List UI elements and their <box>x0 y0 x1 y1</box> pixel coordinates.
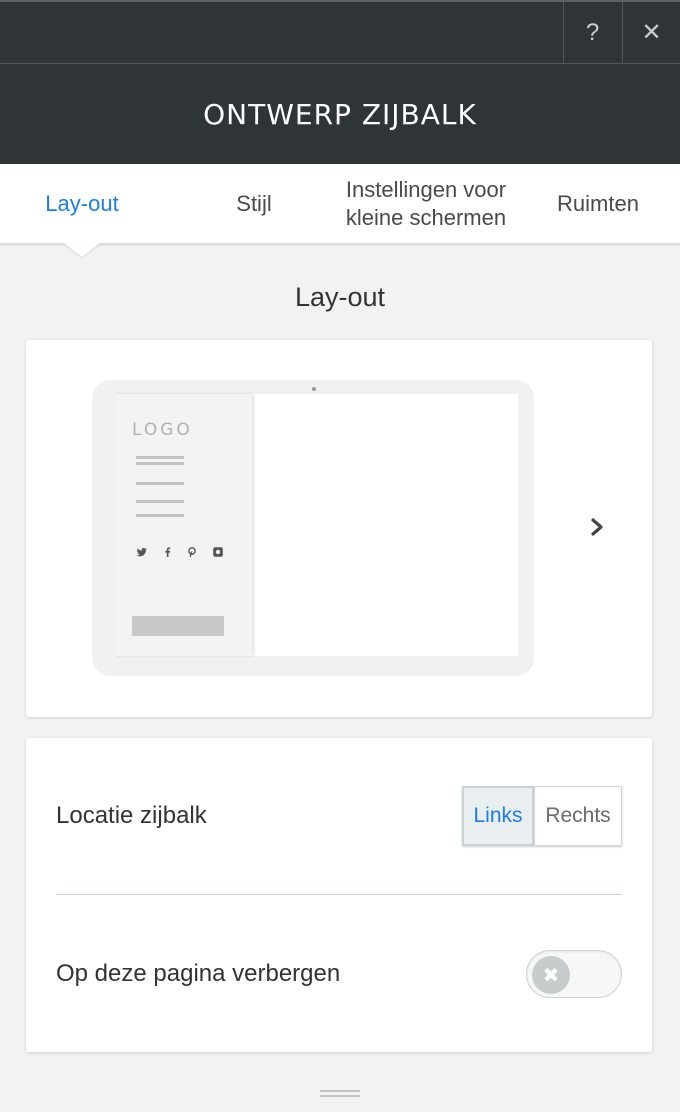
preview-button <box>132 616 224 636</box>
resize-handle[interactable] <box>320 1090 360 1099</box>
chevron-right-icon[interactable] <box>586 512 610 542</box>
close-button[interactable]: ✕ <box>622 2 680 63</box>
preview-sidebar: LOGO <box>114 394 252 656</box>
preview-logo: LOGO <box>132 420 193 440</box>
hide-on-page-toggle[interactable]: ✖ <box>526 950 622 998</box>
preview-menu-line <box>136 482 184 485</box>
preview-menu-line <box>136 500 184 503</box>
instagram-icon <box>213 547 223 557</box>
tablet-camera <box>312 387 316 391</box>
pinterest-icon <box>188 547 196 558</box>
sidebar-location-toggle: Links Rechts <box>462 786 622 846</box>
hide-on-page-label: Op deze pagina verbergen <box>56 960 341 987</box>
tab-small-screens[interactable]: Instellingen voor kleine schermen <box>340 164 512 244</box>
active-tab-pointer <box>64 243 100 257</box>
location-right-button[interactable]: Rechts <box>534 786 622 846</box>
layout-preview[interactable]: LOGO <box>92 380 534 676</box>
tab-bar: Lay-out Stijl Instellingen voor kleine s… <box>0 164 680 244</box>
sidebar-location-label: Locatie zijbalk <box>56 802 207 829</box>
twitter-icon <box>136 548 147 557</box>
tab-spacing[interactable]: Ruimten <box>516 164 680 244</box>
tab-layout[interactable]: Lay-out <box>0 164 164 244</box>
preview-menu-line <box>136 456 184 459</box>
facebook-icon <box>165 547 171 557</box>
location-left-button[interactable]: Links <box>462 786 534 846</box>
tablet-screen: LOGO <box>114 394 518 656</box>
section-title: Lay-out <box>294 282 386 312</box>
preview-menu-line <box>136 514 184 517</box>
close-icon: ✖ <box>532 956 570 994</box>
sidebar-settings-card: Locatie zijbalk Links Rechts Op deze pag… <box>26 738 652 1052</box>
panel-header: ? ✕ ONTWERP ZIJBALK <box>0 0 680 164</box>
tab-style[interactable]: Stijl <box>164 164 344 244</box>
panel-title: ONTWERP ZIJBALK <box>203 97 477 131</box>
divider <box>56 894 622 895</box>
help-button[interactable]: ? <box>563 2 621 63</box>
layout-preview-card: LOGO <box>26 340 652 717</box>
preview-menu-line <box>136 462 184 465</box>
